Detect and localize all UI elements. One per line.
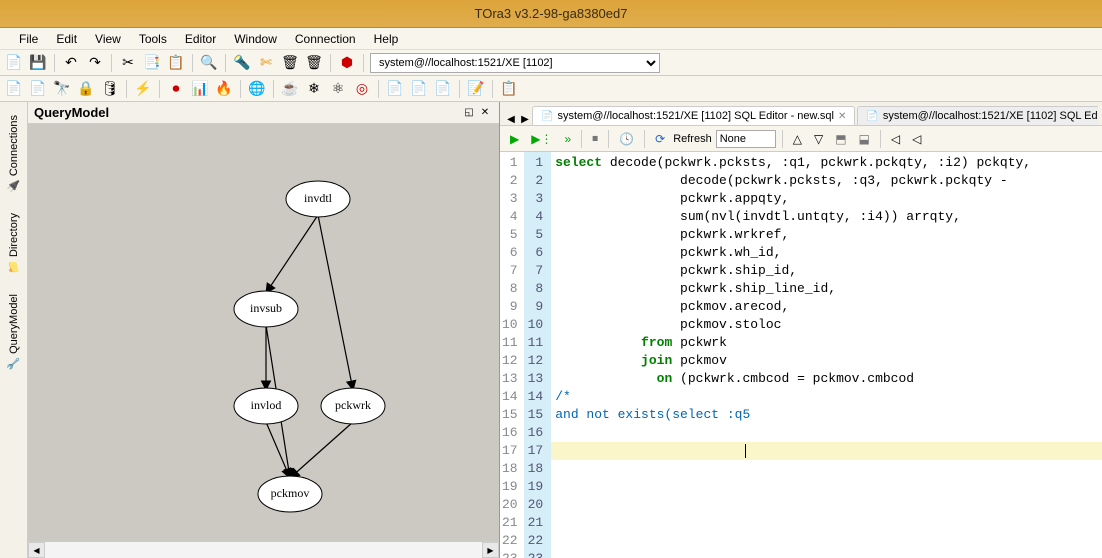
insert-icon[interactable]: △ [789, 130, 806, 148]
cut-icon[interactable]: ✂ [118, 53, 138, 73]
bookmark-up-icon[interactable]: ⬒ [831, 130, 850, 148]
bookmark-down-icon[interactable]: ⬓ [855, 130, 874, 148]
atom-icon[interactable]: ⚛ [328, 79, 348, 99]
binoculars-icon[interactable]: 🔭 [52, 79, 72, 99]
delete-icon[interactable]: ▽ [810, 130, 827, 148]
close-icon[interactable]: ✕ [838, 111, 846, 122]
stop-icon[interactable]: ⬢ [337, 53, 357, 73]
tab-next-icon[interactable]: ▶ [518, 114, 532, 125]
menu-connection[interactable]: Connection [286, 29, 365, 49]
save-icon[interactable]: 💾 [28, 53, 48, 73]
new-file-icon[interactable]: 📄 [4, 53, 24, 73]
undo-icon[interactable]: ↶ [61, 53, 81, 73]
editor-tab[interactable]: 📄system@//localhost:1521/XE [1102] SQL E… [532, 106, 855, 125]
editor-panel: ◀ ▶ 📄system@//localhost:1521/XE [1102] S… [500, 102, 1102, 558]
connection-select[interactable]: system@//localhost:1521/XE [1102] [370, 53, 660, 73]
query-model-panel: QueryModel ◱ ✕ invdtl invsub invlod pckwrk p… [28, 102, 500, 558]
node-invlod[interactable]: invlod [234, 388, 298, 424]
app-toolbar: 📄 📄 🔭 🔒 🛢 ⚡ ⏺ 📊 🔥 🌐 ☕ ❄ ⚛ ◎ 📄 📄 📄 📝 📋 [0, 76, 1102, 102]
code-editor[interactable]: 1234567891011121314151617181920212223 12… [500, 152, 1102, 558]
run-all-icon[interactable]: » [560, 130, 575, 148]
redo-icon[interactable]: ↷ [85, 53, 105, 73]
target-icon[interactable]: ◎ [352, 79, 372, 99]
refresh-input[interactable] [716, 130, 776, 148]
stop-run-icon[interactable]: ⏹ [588, 129, 602, 148]
main-toolbar: 📄 💾 ↶ ↷ ✂ 📑 📋 🔍 🔦 ✄ 🗑 🗑 ⬢ system@//local… [0, 50, 1102, 76]
flame-icon[interactable]: 🔥 [214, 79, 234, 99]
side-tab-directory[interactable]: 📁Directory [2, 204, 26, 283]
trash2-icon[interactable]: 🗑 [304, 53, 324, 73]
svg-text:pckmov: pckmov [271, 486, 310, 500]
editor-toolbar: ▶ ▶⋮ » ⏹ 🕓 ⟳ Refresh △ ▽ ⬒ ⬓ ◁ ◁ [500, 126, 1102, 152]
schedule-icon[interactable]: 🕓 [615, 130, 638, 148]
doc5-icon[interactable]: 📄 [433, 79, 453, 99]
menu-edit[interactable]: Edit [47, 29, 86, 49]
scroll-left-icon[interactable]: ◀ [28, 542, 45, 558]
copy-icon[interactable]: 📑 [142, 53, 162, 73]
doc2-icon[interactable]: 📄 [28, 79, 48, 99]
run-icon[interactable]: ▶ [506, 130, 523, 148]
node-pckmov[interactable]: pckmov [258, 476, 322, 512]
torch-icon[interactable]: 🔦 [232, 53, 252, 73]
menu-view[interactable]: View [86, 29, 130, 49]
cup-icon[interactable]: ☕ [280, 79, 300, 99]
menu-file[interactable]: File [10, 29, 47, 49]
next-icon[interactable]: ◁ [908, 130, 925, 148]
menu-help[interactable]: Help [365, 29, 408, 49]
trash-icon[interactable]: 🗑 [280, 53, 300, 73]
prev-icon[interactable]: ◁ [887, 130, 904, 148]
panel-title: QueryModel [34, 105, 461, 120]
title-text: TOra3 v3.2-98-ga8380ed7 [475, 6, 628, 21]
scroll-right-icon[interactable]: ▶ [482, 542, 499, 558]
menu-editor[interactable]: Editor [176, 29, 225, 49]
h-scrollbar[interactable]: ◀ ▶ [28, 541, 499, 558]
titlebar: TOra3 v3.2-98-ga8380ed7 [0, 0, 1102, 28]
file-icon: 📄 [541, 111, 553, 122]
form-icon[interactable]: 📝 [466, 79, 486, 99]
node-pckwrk[interactable]: pckwrk [321, 388, 385, 424]
globe-icon[interactable]: 🌐 [247, 79, 267, 99]
graph-canvas[interactable]: invdtl invsub invlod pckwrk pckmov [28, 124, 499, 541]
menu-window[interactable]: Window [225, 29, 286, 49]
paste-icon[interactable]: 📋 [166, 53, 186, 73]
node-invsub[interactable]: invsub [234, 291, 298, 327]
editor-tab[interactable]: 📄system@//localhost:1521/XE [1102] SQL E… [857, 106, 1098, 125]
doc3-icon[interactable]: 📄 [385, 79, 405, 99]
run-step-icon[interactable]: ▶⋮ [527, 130, 556, 148]
side-tab-connections[interactable]: 🔌Connections [2, 106, 26, 202]
refresh-label: Refresh [673, 133, 712, 145]
snow-icon[interactable]: ❄ [304, 79, 324, 99]
editor-tabs: ◀ ▶ 📄system@//localhost:1521/XE [1102] S… [500, 102, 1102, 126]
svg-text:invlod: invlod [251, 398, 282, 412]
panel-close-icon[interactable]: ✕ [477, 105, 493, 121]
side-tabs: 🔌Connections📁Directory🔧QueryModel [0, 102, 28, 558]
search-icon[interactable]: 🔍 [199, 53, 219, 73]
menubar: FileEditViewToolsEditorWindowConnectionH… [0, 28, 1102, 50]
list-icon[interactable]: 📋 [499, 79, 519, 99]
refresh-icon[interactable]: ⟳ [651, 130, 669, 148]
record-icon[interactable]: ⏺ [166, 79, 186, 99]
file-icon: 📄 [866, 111, 878, 122]
svg-text:pckwrk: pckwrk [335, 398, 371, 412]
side-tab-querymodel[interactable]: 🔧QueryModel [2, 285, 26, 380]
database-icon[interactable]: 🛢 [100, 79, 120, 99]
tab-prev-icon[interactable]: ◀ [504, 114, 518, 125]
panel-float-icon[interactable]: ◱ [461, 105, 477, 121]
menu-tools[interactable]: Tools [130, 29, 176, 49]
svg-text:invdtl: invdtl [304, 191, 333, 205]
doc-icon[interactable]: 📄 [4, 79, 24, 99]
lock-icon[interactable]: 🔒 [76, 79, 96, 99]
svg-text:invsub: invsub [250, 301, 282, 315]
scissors-icon[interactable]: ✄ [256, 53, 276, 73]
node-invdtl[interactable]: invdtl [286, 181, 350, 217]
gauge-icon[interactable]: 📊 [190, 79, 210, 99]
doc4-icon[interactable]: 📄 [409, 79, 429, 99]
bolt-icon[interactable]: ⚡ [133, 79, 153, 99]
